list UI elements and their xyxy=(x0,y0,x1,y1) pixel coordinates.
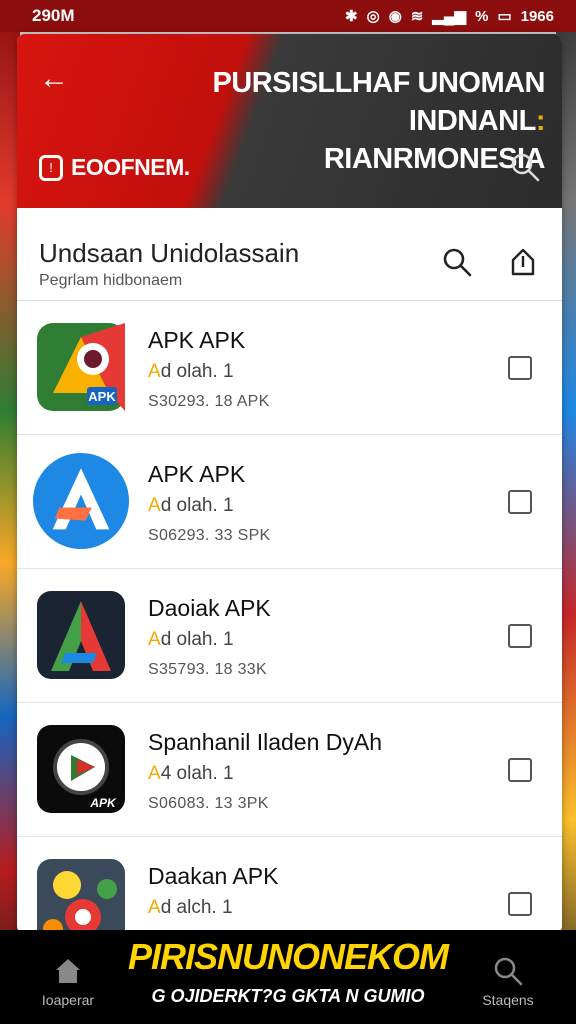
search-icon[interactable] xyxy=(510,152,540,182)
select-checkbox[interactable] xyxy=(508,624,532,648)
list-item[interactable]: Daoiak APK Ad olah. 1 S35793. 18 33K xyxy=(17,569,562,703)
select-checkbox[interactable] xyxy=(508,892,532,916)
play-circle-icon: APK xyxy=(37,725,125,813)
battery-icon: ▭ xyxy=(497,8,512,25)
nav-search[interactable]: Staqens xyxy=(468,956,548,1008)
vibrate-icon: ◉ xyxy=(388,8,402,25)
app-size: S06083. 13 3PK xyxy=(148,795,269,812)
app-name: Spanhanil Iladen DyAh xyxy=(148,729,382,755)
lock-icon: ! xyxy=(39,154,63,181)
app-rating: Ad olah. 1 xyxy=(148,361,234,383)
app-store-icon xyxy=(33,453,129,549)
rating-star: A xyxy=(148,763,161,784)
status-clock: 1966 xyxy=(520,7,554,25)
chrome-style-icon: APK xyxy=(37,323,125,411)
promo-banner-title: PIRISNUNONEKOM xyxy=(127,936,449,977)
rating-text: d olah. 1 xyxy=(160,495,234,516)
bluetooth-icon: ✱ xyxy=(345,8,358,25)
rating-star: A xyxy=(148,897,161,918)
rating-text: 4 olah. 1 xyxy=(160,763,234,784)
triangle-a-icon xyxy=(37,591,125,679)
rating-star: A xyxy=(148,361,161,382)
svg-text:APK: APK xyxy=(89,796,117,810)
page-title-suffix: : xyxy=(535,105,546,137)
app-rating: Ad olah. 1 xyxy=(148,629,234,651)
search-icon[interactable] xyxy=(441,246,473,278)
battery-percent: % xyxy=(475,7,489,25)
nav-home[interactable]: Ioaperar xyxy=(28,956,108,1008)
rating-star: A xyxy=(148,629,161,650)
cartoon-icon xyxy=(37,859,125,934)
list-item[interactable]: APK APK Ad olah. 1 S06293. 33 SPK xyxy=(17,435,562,569)
app-size: S30293. 18 APK xyxy=(148,393,270,410)
status-icons: ✱ ◎ ◉ ≋ ▂▄▆ % ▭ 1966 xyxy=(345,7,554,26)
section-subtitle: Pegrlam hidbonaem xyxy=(39,272,183,289)
app-size: S35793. 18 33K xyxy=(148,661,267,678)
app-rating: A4 olah. 1 xyxy=(148,763,234,785)
status-time: 290M xyxy=(32,6,75,25)
section-header: Undsaan Unidolassain Pegrlam hidbonaem xyxy=(17,208,562,301)
nav-home-label: Ioaperar xyxy=(41,992,95,1008)
brand[interactable]: ! EOOFNEM. xyxy=(39,154,190,181)
select-checkbox[interactable] xyxy=(508,758,532,782)
app-size: S06293. 33 SPK xyxy=(148,527,271,544)
select-checkbox[interactable] xyxy=(508,356,532,380)
list-item[interactable]: APK Spanhanil Iladen DyAh A4 olah. 1 S06… xyxy=(17,703,562,837)
arrow-left-icon[interactable]: ← xyxy=(39,64,69,94)
svg-text:APK: APK xyxy=(88,389,116,404)
brand-label: EOOFNEM. xyxy=(71,154,190,180)
app-rating: Ad alch. 1 xyxy=(148,897,233,919)
main-card: ← Pursisllhaf unoman indnanl: Rianrmones… xyxy=(17,34,562,934)
share-icon[interactable] xyxy=(507,246,539,278)
wifi-icon: ≋ xyxy=(410,8,424,25)
page-title-line1: Pursisllhaf unoman indnanl xyxy=(212,67,545,137)
section-title: Undsaan Unidolassain xyxy=(39,238,300,268)
rating-star: A xyxy=(148,495,161,516)
rating-text: d olah. 1 xyxy=(160,361,234,382)
rating-text: d alch. 1 xyxy=(160,897,233,918)
select-checkbox[interactable] xyxy=(508,490,532,514)
nav-search-label: Staqens xyxy=(482,992,534,1008)
app-name: APK APK xyxy=(148,327,246,353)
alarm-icon: ◎ xyxy=(366,8,380,25)
rating-text: d olah. 1 xyxy=(160,629,234,650)
bottom-bar: Ioaperar PIRISNUNONEKOM G OJIDERKT?G GKT… xyxy=(0,930,576,1024)
home-icon xyxy=(56,959,80,983)
search-icon xyxy=(494,957,523,986)
list-item[interactable]: APK APK APK Ad olah. 1 S30293. 18 APK xyxy=(17,301,562,435)
status-bar: 290M ✱ ◎ ◉ ≋ ▂▄▆ % ▭ 1966 xyxy=(0,0,576,32)
hero-header: ← Pursisllhaf unoman indnanl: Rianrmones… xyxy=(17,34,562,208)
app-name: Daoiak APK xyxy=(148,595,271,621)
promo-banner-subtitle: G OJIDERKT?G GKTA N GUMIO xyxy=(151,986,425,1006)
list-item[interactable]: Daakan APK Ad alch. 1 xyxy=(17,837,562,934)
app-rating: Ad olah. 1 xyxy=(148,495,234,517)
app-name: Daakan APK xyxy=(148,863,279,889)
app-name: APK APK xyxy=(148,461,246,487)
signal-icon: ▂▄▆ xyxy=(432,8,467,25)
